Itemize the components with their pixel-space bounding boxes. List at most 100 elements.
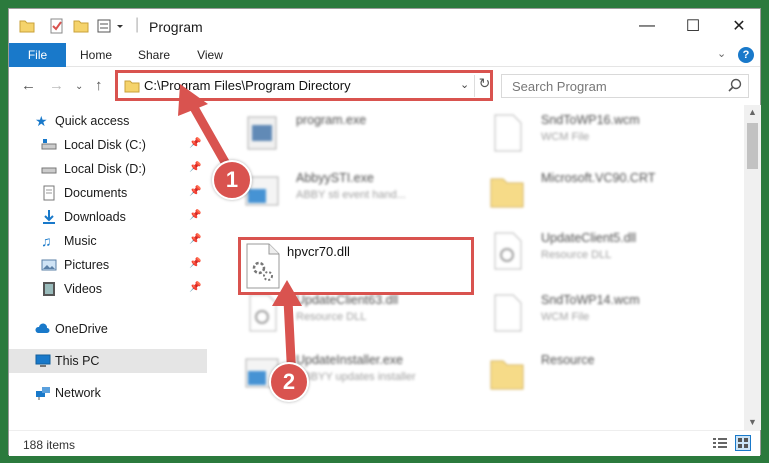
- pin-icon[interactable]: 📌: [189, 210, 201, 221]
- sidebar-item-label: Local Disk (C:): [64, 138, 146, 152]
- folder-icon: [487, 169, 527, 213]
- pin-icon[interactable]: 📌: [189, 138, 201, 149]
- file-type: WCM File: [541, 311, 590, 323]
- computer-icon: [35, 353, 51, 369]
- file-item[interactable]: Resource: [479, 345, 709, 401]
- sidebar-item-onedrive[interactable]: OneDrive: [9, 317, 207, 341]
- scroll-up-icon[interactable]: ▲: [748, 107, 757, 117]
- file-item[interactable]: AbbyySTI.exe ABBY sti event hand...: [234, 163, 464, 219]
- star-icon: ★: [35, 113, 48, 129]
- file-type: ABBYY updates installer: [296, 371, 416, 383]
- download-icon: [41, 209, 57, 225]
- pin-icon[interactable]: 📌: [189, 162, 201, 173]
- sidebar-item-label: This PC: [55, 354, 100, 368]
- tab-home[interactable]: Home: [73, 43, 119, 67]
- document-icon: [41, 185, 57, 201]
- vertical-scrollbar[interactable]: ▲ ▼: [744, 105, 761, 430]
- expand-ribbon-icon[interactable]: ⌄: [717, 47, 726, 60]
- sidebar-item-label: Local Disk (D:): [64, 162, 146, 176]
- video-icon: [41, 281, 57, 297]
- tab-share[interactable]: Share: [131, 43, 177, 67]
- file-name: program.exe: [296, 113, 367, 127]
- refresh-icon[interactable]: ↻: [474, 75, 494, 97]
- network-icon: [35, 385, 51, 401]
- sidebar-item-network[interactable]: Network: [9, 381, 207, 405]
- file-type: WCM File: [541, 131, 590, 143]
- ribbon-tabs: File Home Share View ⌄ ?: [9, 43, 760, 67]
- folder-icon: [487, 351, 527, 395]
- scroll-down-icon[interactable]: ▼: [748, 417, 757, 427]
- back-icon[interactable]: ←: [21, 77, 36, 94]
- sidebar-item-documents[interactable]: Documents 📌: [9, 181, 207, 205]
- file-icon: [487, 111, 527, 155]
- title-separator: |: [135, 16, 140, 33]
- file-type: ABBY sti event hand...: [296, 189, 406, 201]
- tab-file[interactable]: File: [9, 43, 66, 67]
- details-view-icon[interactable]: [712, 436, 728, 455]
- sidebar-item-local-disk-c[interactable]: Local Disk (C:) 📌: [9, 133, 207, 157]
- maximize-button[interactable]: ☐: [670, 9, 716, 43]
- sidebar-item-downloads[interactable]: Downloads 📌: [9, 205, 207, 229]
- search-placeholder: Search Program: [512, 79, 607, 94]
- file-item[interactable]: SndToWP14.wcm WCM File: [479, 285, 709, 341]
- dll-icon: [242, 291, 282, 335]
- file-item[interactable]: SndToWP16.wcm WCM File: [479, 105, 709, 161]
- file-item[interactable]: Microsoft.VC90.CRT: [479, 163, 709, 219]
- properties-icon[interactable]: [49, 18, 65, 34]
- file-item[interactable]: UpdateClient5.dll Resource DLL: [479, 223, 709, 279]
- scrollbar-thumb[interactable]: [747, 123, 758, 169]
- customize-toolbar-icon[interactable]: [97, 18, 129, 34]
- dll-icon: [243, 242, 283, 295]
- highlighted-file-item[interactable]: hpvcr70.dll: [238, 237, 474, 295]
- sidebar-item-label: Quick access: [55, 114, 130, 128]
- explorer-window: | Program — ☐ ✕ File Home Share View ⌄ ?…: [8, 8, 761, 456]
- search-input[interactable]: Search Program: [501, 74, 749, 98]
- sidebar-item-local-disk-d[interactable]: Local Disk (D:) 📌: [9, 157, 207, 181]
- file-type: Resource DLL: [541, 249, 612, 261]
- title-bar: | Program — ☐ ✕: [9, 9, 760, 45]
- pin-icon[interactable]: 📌: [189, 258, 201, 269]
- close-button[interactable]: ✕: [716, 9, 762, 43]
- up-icon[interactable]: ↑: [95, 77, 103, 94]
- search-icon: [728, 78, 742, 97]
- file-type: Resource DLL: [296, 311, 367, 323]
- status-bar: 188 items: [9, 430, 760, 456]
- new-folder-icon[interactable]: [73, 18, 89, 34]
- sidebar-item-label: OneDrive: [55, 322, 108, 336]
- file-name: SndToWP16.wcm: [541, 113, 640, 127]
- sidebar-item-videos[interactable]: Videos 📌: [9, 277, 207, 301]
- pictures-icon: [41, 257, 57, 273]
- sidebar-item-label: Music: [64, 234, 97, 248]
- sidebar-item-quick-access[interactable]: ★ Quick access: [9, 109, 207, 133]
- help-icon[interactable]: ?: [738, 47, 754, 63]
- recent-locations-icon[interactable]: ⌄: [75, 81, 83, 92]
- file-name: Resource: [541, 353, 595, 367]
- sidebar-item-label: Network: [55, 386, 101, 400]
- file-name: UpdateClient63.dll: [296, 293, 399, 307]
- tab-view[interactable]: View: [187, 43, 233, 67]
- step-2-badge: 2: [269, 362, 309, 402]
- forward-icon[interactable]: →: [49, 77, 64, 94]
- music-icon: ♫: [41, 233, 52, 249]
- file-icon: [487, 291, 527, 335]
- pin-icon[interactable]: 📌: [189, 234, 201, 245]
- file-name: SndToWP14.wcm: [541, 293, 640, 307]
- minimize-button[interactable]: —: [624, 9, 670, 43]
- folder-icon: [19, 18, 35, 34]
- step-1-badge: 1: [212, 160, 252, 200]
- file-item[interactable]: program.exe: [234, 105, 464, 161]
- file-name: UpdateInstaller.exe: [296, 353, 404, 367]
- item-count: 188 items: [23, 438, 76, 452]
- file-name: Microsoft.VC90.CRT: [541, 171, 656, 185]
- pin-icon[interactable]: 📌: [189, 186, 201, 197]
- sidebar-item-this-pc[interactable]: This PC: [9, 349, 207, 373]
- pin-icon[interactable]: 📌: [189, 282, 201, 293]
- large-icons-view-icon[interactable]: [735, 435, 751, 451]
- sidebar-item-music[interactable]: ♫ Music 📌: [9, 229, 207, 253]
- file-name: UpdateClient5.dll: [541, 231, 637, 245]
- sidebar-item-label: Documents: [64, 186, 128, 200]
- drive-icon: [41, 137, 57, 153]
- sidebar-item-pictures[interactable]: Pictures 📌: [9, 253, 207, 277]
- file-item[interactable]: UpdateInstaller.exe ABBYY updates instal…: [234, 345, 464, 401]
- sidebar-item-label: Pictures: [64, 258, 110, 272]
